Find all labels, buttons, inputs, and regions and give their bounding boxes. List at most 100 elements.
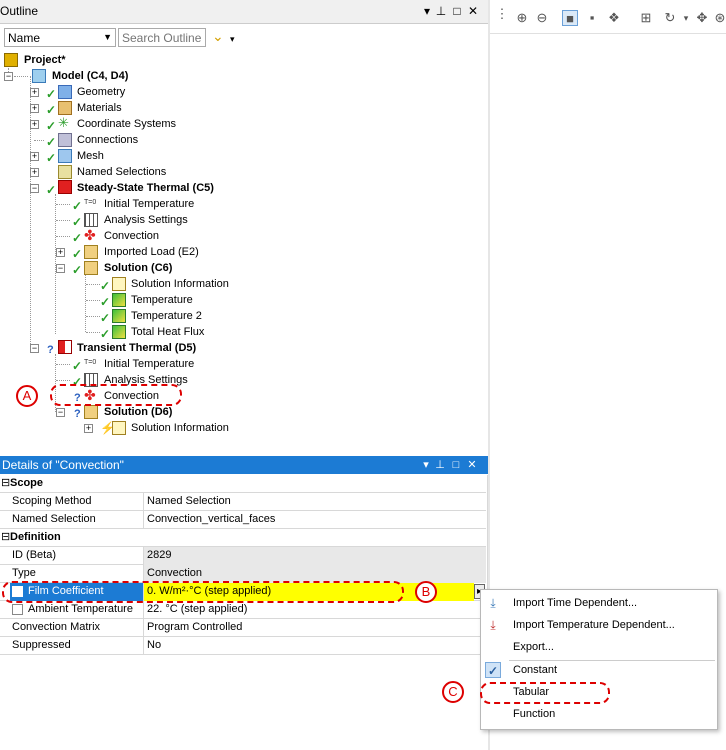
pin-dropdown-icon[interactable]: ▾ (420, 4, 434, 18)
solution-icon (84, 405, 98, 419)
menu-import-temperature-dependent[interactable]: ⤓ Import Temperature Dependent... (481, 614, 717, 636)
materials-icon (58, 101, 72, 115)
graphics-toolbar: ⋮ ⊕ ⊖ ■ ▪ ❖ ⊞ ↻ ▾ ✥ ⊛ (490, 0, 726, 34)
collapse-icon[interactable]: − (30, 344, 39, 353)
convection-matrix-row[interactable]: Convection Matrix Program Controlled (0, 619, 486, 637)
pin-dropdown-icon[interactable]: ▾ (420, 458, 432, 472)
outline-tree: Project* − Model (C4, D4) + ✓ Geometry +… (0, 50, 488, 440)
convection-matrix-label: Convection Matrix (10, 619, 144, 637)
check-icon: ✓ (46, 103, 57, 117)
collapse-icon[interactable]: ⊟ (1, 475, 10, 492)
pin-icon[interactable]: ⊥ (434, 4, 448, 18)
dropdown-arrow-icon[interactable]: ▾ (678, 10, 694, 26)
maximize-icon[interactable]: □ (450, 4, 464, 18)
film-coefficient-context-menu: ⤓ Import Time Dependent... ⤓ Import Temp… (480, 589, 718, 730)
zoom-out-icon[interactable]: ⊖ (534, 10, 550, 26)
scope-group[interactable]: ⊟ Scope (0, 475, 486, 493)
sst-conv-label: Convection (104, 230, 160, 242)
expand-icon[interactable]: + (30, 168, 39, 177)
tt-sol-info-label: Solution Information (131, 422, 229, 434)
rotate-model-icon[interactable]: ❖ (606, 10, 622, 26)
ambient-temperature-value[interactable]: 22. °C (step applied) (144, 601, 486, 619)
details-grid: ⊟ Scope Scoping Method Named Selection N… (0, 475, 488, 661)
check-icon: ✓ (46, 151, 57, 165)
menu-constant[interactable]: ✓ Constant (481, 659, 717, 681)
expand-icon[interactable]: + (30, 120, 39, 129)
select-icon[interactable]: ⊞ (638, 10, 654, 26)
sst-temp2-label: Temperature 2 (131, 310, 202, 322)
menu-export[interactable]: Export... (481, 636, 717, 658)
initial-temperature-icon: T=0 (84, 199, 97, 206)
definition-group-label: Definition (10, 531, 61, 543)
model-icon (32, 69, 46, 83)
menu-item-label: Function (513, 708, 556, 720)
menu-function[interactable]: Function (481, 703, 717, 725)
named-selections-icon (58, 165, 72, 179)
named-selection-label: Named Selection (10, 511, 144, 529)
box-select-icon[interactable]: ■ (562, 10, 578, 26)
expand-icon[interactable]: + (84, 424, 93, 433)
chevron-down-icon: ▼ (103, 32, 112, 42)
collapse-icon[interactable]: − (56, 264, 65, 273)
annotation-c: C (442, 681, 464, 703)
named-selection-row[interactable]: Named Selection Convection_vertical_face… (0, 511, 486, 529)
sst-sol-info-label: Solution Information (131, 278, 229, 290)
close-icon[interactable]: ✕ (466, 458, 478, 472)
tt-label: Transient Thermal (D5) (77, 342, 197, 354)
expand-chevron-icon[interactable]: ⌄ (212, 28, 224, 45)
scoping-method-value[interactable]: Named Selection (144, 493, 486, 511)
check-icon: ✓ (72, 247, 83, 261)
question-icon: ? (74, 408, 81, 420)
pin-icon[interactable]: ⊥ (434, 458, 446, 472)
suppressed-row[interactable]: Suppressed No (0, 637, 486, 655)
sst-label: Steady-State Thermal (C5) (77, 182, 214, 194)
connections-icon (58, 133, 72, 147)
check-icon: ✓ (100, 311, 111, 325)
id-value: 2829 (144, 547, 486, 565)
scoping-method-label: Scoping Method (10, 493, 144, 511)
convection-icon: ✤ (84, 227, 96, 243)
menu-item-label: Export... (513, 641, 554, 653)
scoping-method-row[interactable]: Scoping Method Named Selection (0, 493, 486, 511)
expand-icon[interactable]: + (30, 152, 39, 161)
check-icon: ✓ (46, 135, 57, 149)
connections-label: Connections (77, 134, 139, 146)
expand-icon[interactable]: + (30, 88, 39, 97)
ambient-temperature-row[interactable]: Ambient Temperature 22. °C (step applied… (0, 601, 486, 619)
check-icon: ✓ (72, 231, 83, 245)
project-icon (4, 53, 18, 67)
zoom-in-icon[interactable]: ⊕ (514, 10, 530, 26)
sst-heat-label: Total Heat Flux (131, 326, 205, 338)
initial-temperature-icon: T=0 (84, 359, 97, 366)
convection-matrix-value[interactable]: Program Controlled (144, 619, 486, 637)
mesh-label: Mesh (77, 150, 104, 162)
check-icon: ✓ (46, 183, 57, 197)
expand-icon[interactable]: + (56, 248, 65, 257)
collapse-icon[interactable]: ⊟ (1, 529, 10, 546)
named-selection-value[interactable]: Convection_vertical_faces (144, 511, 486, 529)
suppressed-value[interactable]: No (144, 637, 486, 655)
cube-icon[interactable]: ▪ (584, 10, 600, 26)
pan-icon[interactable]: ✥ (694, 10, 710, 26)
solution-information-icon (112, 421, 126, 435)
close-icon[interactable]: ✕ (466, 4, 480, 18)
maximize-icon[interactable]: □ (450, 458, 462, 472)
menu-import-time-dependent[interactable]: ⤓ Import Time Dependent... (481, 592, 717, 614)
dropdown-caret-icon[interactable]: ▾ (230, 34, 235, 45)
definition-group[interactable]: ⊟ Definition (0, 529, 486, 547)
name-filter-select[interactable]: Name ▼ (4, 28, 116, 47)
collapse-icon[interactable]: − (56, 408, 65, 417)
collapse-icon[interactable]: − (4, 72, 13, 81)
model-label: Model (C4, D4) (52, 70, 129, 82)
view-icon[interactable]: ⊛ (712, 10, 726, 26)
menu-item-label: Constant (513, 664, 558, 676)
search-outline-input[interactable] (118, 28, 206, 47)
solution-information-icon (112, 277, 126, 291)
ambient-temperature-label: Ambient Temperature (10, 601, 144, 619)
sst-temp-label: Temperature (131, 294, 193, 306)
menu-item-label: Import Temperature Dependent... (513, 619, 675, 631)
collapse-icon[interactable]: − (30, 184, 39, 193)
check-icon: ✓ (100, 279, 111, 293)
expand-icon[interactable]: + (30, 104, 39, 113)
refresh-icon[interactable]: ↻ (662, 10, 678, 26)
